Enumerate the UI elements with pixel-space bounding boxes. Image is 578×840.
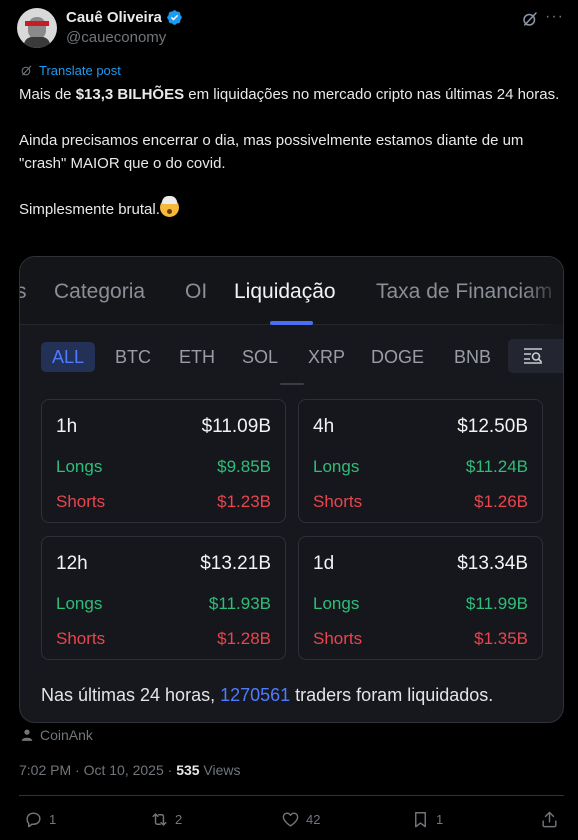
bookmark-count: 1: [436, 812, 444, 827]
repost-count: 2: [175, 812, 183, 827]
image-tab-categoria: Categoria: [54, 280, 146, 303]
card-period: 12h: [56, 553, 88, 574]
reply-button[interactable]: 1: [24, 810, 56, 829]
image-source-attribution[interactable]: CoinAnk: [20, 727, 93, 743]
active-tab-indicator: [270, 321, 313, 325]
share-button[interactable]: [540, 810, 559, 829]
like-button[interactable]: 42: [281, 810, 320, 829]
views-label: Views: [199, 762, 241, 778]
avatar-shirt: [24, 37, 50, 48]
card-longs-label: Longs: [56, 594, 103, 613]
card-shorts-label: Shorts: [56, 629, 106, 648]
author-display-name[interactable]: Cauê Oliveira: [66, 9, 162, 26]
translate-post-label[interactable]: Translate post: [39, 63, 121, 78]
repost-icon: [152, 813, 167, 826]
liquidation-card-12h: 12h $13.21B Longs $11.93B Shorts $1.28B: [41, 536, 286, 660]
coin-chip-all: ALL: [41, 342, 96, 372]
card-shorts-label: Shorts: [56, 492, 106, 511]
card-total: $13.34B: [457, 553, 528, 574]
card-total: $13.21B: [200, 553, 271, 574]
tweet-meta: 7:02 PM · Oct 10, 2025 · 535 Views: [19, 762, 241, 778]
coin-chip-bnb: BNB: [454, 347, 492, 367]
liquidation-card-1h: 1h $11.09B Longs $9.85B Shorts $1.23B: [41, 399, 286, 523]
summary-count: 1270561: [220, 685, 291, 705]
views-count: 535: [176, 762, 200, 778]
liquidation-summary: Nas últimas 24 horas, 1270561 traders fo…: [41, 685, 493, 706]
more-options-icon[interactable]: ···: [545, 8, 564, 26]
card-period: 1d: [313, 553, 335, 574]
card-longs-value: $11.93B: [208, 594, 271, 613]
coin-chip-btc: BTC: [115, 347, 151, 367]
image-tabs-bar: s Categoria OI Liquidação Taxa de Financ…: [20, 257, 563, 325]
coin-chip-sol: SOL: [242, 347, 279, 367]
like-count: 42: [306, 812, 321, 827]
grok-icon[interactable]: [521, 10, 539, 28]
card-longs-label: Longs: [313, 457, 360, 476]
exploding-head-emoji-icon: [159, 196, 179, 217]
image-tab-liquidacao: Liquidação: [234, 280, 336, 303]
image-tab-oi: OI: [185, 280, 208, 303]
share-icon: [542, 811, 557, 828]
reply-count: 1: [49, 812, 57, 827]
avatar-band: [25, 21, 49, 26]
card-shorts-label: Shorts: [313, 629, 363, 648]
tweet-paragraph-1: Mais de $13,3 BILHÕES em liquidações no …: [19, 83, 564, 106]
repost-button[interactable]: 2: [150, 810, 182, 829]
card-longs-label: Longs: [56, 457, 103, 476]
liquidation-card-4h: 4h $12.50B Longs $11.24B Shorts $1.26B: [298, 399, 543, 523]
liquidation-card-1d: 1d $13.34B Longs $11.99B Shorts $1.35B: [298, 536, 543, 660]
card-shorts-value: $1.28B: [217, 629, 271, 648]
tweet-paragraph-3: Simplesmente brutal.: [19, 196, 564, 221]
card-period: 4h: [313, 416, 335, 437]
attached-image[interactable]: s Categoria OI Liquidação Taxa de Financ…: [19, 256, 564, 723]
divider: [19, 795, 564, 796]
tweet-p3-text: Simplesmente brutal.: [19, 201, 160, 218]
coin-chip-doge: DOGE: [371, 347, 425, 367]
image-tab-partial: s: [20, 280, 27, 304]
translate-icon: [21, 65, 32, 76]
avatar[interactable]: [17, 8, 57, 48]
card-total: $11.09B: [201, 416, 271, 437]
card-longs-label: Longs: [313, 594, 360, 613]
source-name[interactable]: CoinAnk: [40, 727, 93, 743]
reply-icon: [26, 812, 41, 828]
person-icon: [21, 729, 33, 741]
tweet-p1-prefix: Mais de: [19, 86, 76, 103]
coin-chip-eth: ETH: [179, 347, 215, 367]
coin-chip-xrp: XRP: [308, 347, 346, 367]
card-total: $12.50B: [457, 416, 528, 437]
filter-search-icon: [508, 339, 563, 373]
tweet-paragraph-2: Ainda precisamos encerrar o dia, mas pos…: [19, 132, 524, 172]
tweet-p1-suffix: em liquidações no mercado cripto nas últ…: [184, 86, 560, 103]
card-longs-value: $11.24B: [465, 457, 528, 476]
card-shorts-value: $1.26B: [474, 492, 528, 511]
scroll-indicator: [280, 383, 304, 385]
summary-prefix: Nas últimas 24 horas,: [41, 685, 221, 705]
summary-suffix: traders foram liquidados.: [290, 685, 494, 705]
bookmark-button[interactable]: 1: [411, 810, 443, 829]
card-longs-value: $9.85B: [217, 457, 271, 476]
author-handle[interactable]: @caueconomy: [66, 29, 166, 46]
card-longs-value: $11.99B: [465, 594, 528, 613]
card-period: 1h: [56, 416, 78, 437]
bookmark-icon: [415, 812, 426, 828]
tweet-timestamp[interactable]: 7:02 PM · Oct 10, 2025 ·: [19, 762, 176, 778]
card-shorts-value: $1.23B: [217, 492, 271, 511]
author-name-row[interactable]: Cauê Oliveira: [66, 9, 183, 26]
tweet-p1-bold: $13,3 BILHÕES: [75, 86, 185, 103]
heart-icon: [282, 812, 299, 827]
translate-post-link[interactable]: Translate post: [20, 63, 121, 78]
tweet-text: Mais de $13,3 BILHÕES em liquidações no …: [19, 83, 564, 244]
card-shorts-value: $1.35B: [474, 629, 528, 648]
verified-badge-icon: [167, 10, 182, 25]
tabs-fade: [523, 257, 563, 325]
card-shorts-label: Shorts: [313, 492, 363, 511]
